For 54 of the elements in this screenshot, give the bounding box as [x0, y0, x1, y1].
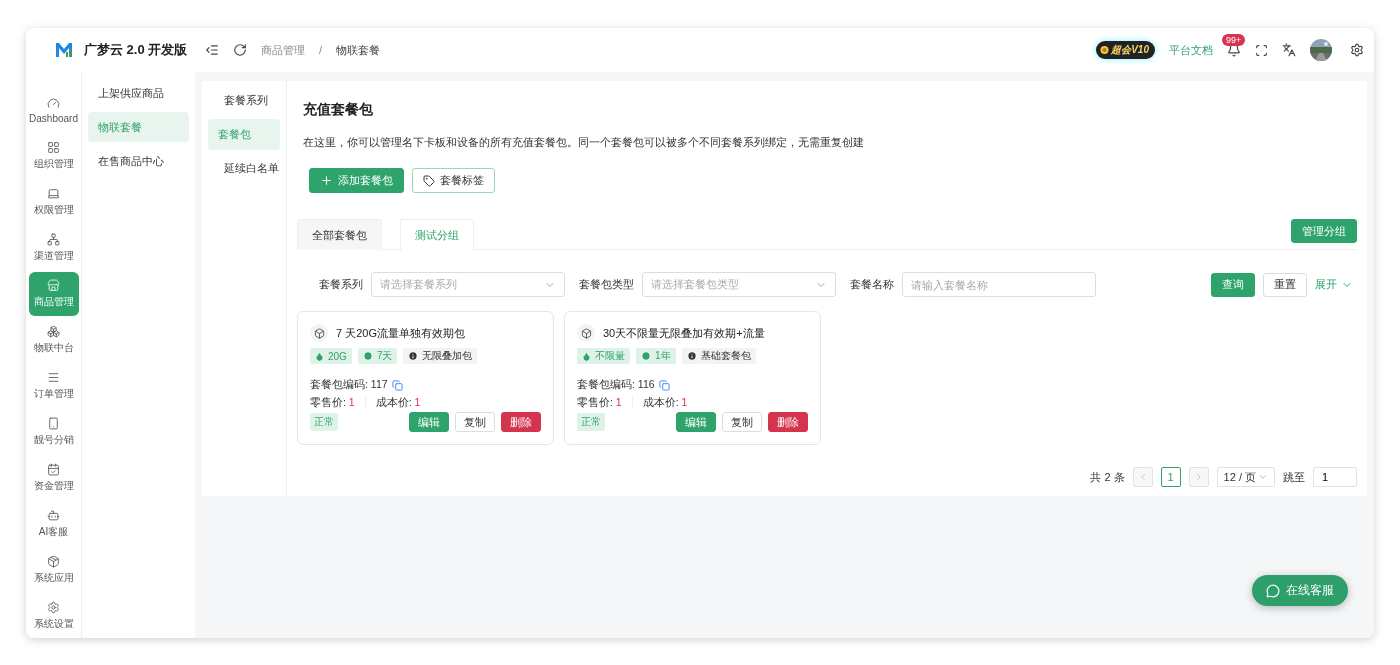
app-title: 广梦云 2.0 开发版	[84, 41, 188, 59]
package-name: 7 天20G流量单独有效期包	[336, 325, 465, 341]
nav-item[interactable]: 系统设置	[28, 594, 79, 638]
retail-price: 零售价: 1	[310, 396, 355, 410]
nav-item[interactable]: 渠道管理	[28, 226, 79, 270]
status-tag: 正常	[310, 413, 338, 431]
jump-label: 跳至	[1283, 469, 1305, 485]
package-code: 套餐包编码: 116	[577, 378, 655, 392]
package-tag: 20G	[310, 348, 352, 364]
copy-button[interactable]: 复制	[722, 412, 762, 432]
cost-price: 成本价: 1	[375, 396, 421, 410]
filter-label: 套餐名称	[850, 277, 894, 292]
package-tag: 无限叠加包	[403, 348, 478, 364]
retail-price: 零售价: 1	[577, 396, 622, 410]
nav-item[interactable]: 靓号分销	[28, 410, 79, 454]
nav-item[interactable]: 资金管理	[28, 456, 79, 500]
breadcrumb-item[interactable]: 商品管理	[261, 42, 305, 58]
group-tab[interactable]: 全部套餐包	[297, 219, 382, 250]
delete-button[interactable]: 删除	[768, 412, 808, 432]
nav-item[interactable]: 系统应用	[28, 548, 79, 592]
side-tab[interactable]: 套餐系列	[208, 85, 280, 116]
package-tag: 7天	[357, 348, 398, 364]
tags-button[interactable]: 套餐标签	[412, 168, 495, 193]
notification-badge: 99+	[1222, 34, 1246, 46]
nav-item[interactable]: 物联中台	[28, 318, 79, 362]
side-tab[interactable]: 延续白名单	[208, 153, 280, 184]
jump-input[interactable]: 1	[1313, 467, 1357, 487]
filter-label: 套餐包类型	[579, 277, 634, 292]
nav-item[interactable]: 订单管理	[28, 364, 79, 408]
reset-button[interactable]: 重置	[1263, 272, 1307, 297]
breadcrumb-separator: /	[319, 44, 323, 56]
package-tag: 1年	[636, 348, 676, 364]
nav-item[interactable]: 组织管理	[28, 134, 79, 178]
status-tag: 正常	[577, 413, 605, 431]
nav-item[interactable]: AI客服	[28, 502, 79, 546]
copy-button[interactable]: 复制	[455, 412, 495, 432]
page-size-select[interactable]: 12 / 页	[1216, 467, 1275, 487]
package-code: 套餐包编码: 117	[310, 378, 388, 392]
cost-price: 成本价: 1	[642, 396, 688, 410]
package-tag: 不限量	[577, 348, 630, 364]
input-field[interactable]: 请输入套餐名称	[902, 272, 1096, 297]
nav-item[interactable]: Dashboard	[28, 88, 79, 132]
submenu-item[interactable]: 上架供应商品	[88, 78, 189, 108]
nav-item[interactable]: 权限管理	[28, 180, 79, 224]
submenu-item[interactable]: 在售商品中心	[88, 146, 189, 176]
vip-badge: 超会V10	[1096, 41, 1155, 59]
total-count: 共 2 条	[1090, 469, 1125, 485]
breadcrumb-item: 物联套餐	[336, 42, 381, 58]
delete-button[interactable]: 删除	[501, 412, 541, 432]
filter-label: 套餐系列	[319, 277, 363, 292]
page-title: 充值套餐包	[302, 101, 374, 119]
package-tag: 基础套餐包	[681, 348, 756, 364]
page-description: 在这里，你可以管理名下卡板和设备的所有充值套餐包。同一个套餐包可以被多个不同套餐系列绑定，无需重复创建	[302, 135, 865, 150]
package-name: 30天不限量无限叠加有效期+流量	[603, 325, 765, 341]
